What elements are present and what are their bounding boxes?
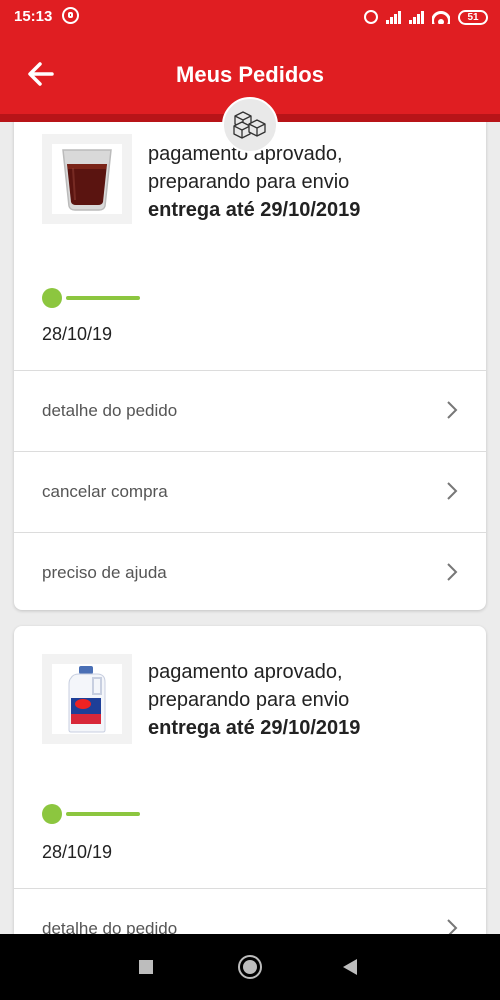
progress-bar — [66, 296, 140, 300]
product-thumbnail[interactable] — [42, 134, 132, 224]
order-status: pagamento aprovado, preparando para envi… — [148, 658, 360, 742]
progress-dot — [42, 288, 62, 308]
battery-icon: 51 — [458, 9, 488, 25]
status-bar: 15:13 51 — [0, 0, 500, 34]
action-label: cancelar compra — [42, 482, 168, 501]
boxes-icon — [222, 97, 278, 153]
order-detail-button[interactable]: detalhe do pedido — [14, 370, 486, 451]
order-card: pagamento aprovado, preparando para envi… — [14, 122, 486, 610]
help-button[interactable]: preciso de ajuda — [14, 532, 486, 610]
alarm-icon — [364, 10, 378, 24]
action-label: detalhe do pedido — [42, 401, 178, 420]
order-actions: detalhe do pedido cancelar compra precis… — [14, 370, 486, 610]
order-progress — [42, 288, 142, 308]
system-nav-bar — [0, 934, 500, 1000]
glass-cup-icon — [62, 149, 112, 211]
delivery-date: entrega até 29/10/2019 — [148, 717, 361, 739]
cancel-purchase-button[interactable]: cancelar compra — [14, 451, 486, 532]
progress-dot — [42, 804, 62, 824]
whatsapp-icon — [62, 7, 79, 24]
chevron-right-icon — [447, 401, 458, 419]
order-detail-button[interactable]: detalhe do pedido — [14, 888, 486, 934]
order-actions: detalhe do pedido — [14, 888, 486, 934]
back-triangle-icon[interactable] — [343, 959, 357, 975]
chevron-right-icon — [447, 563, 458, 581]
status-time: 15:13 — [14, 8, 53, 25]
product-thumbnail[interactable] — [42, 654, 132, 744]
order-date: 28/10/19 — [42, 842, 113, 862]
delivery-date: entrega até 29/10/2019 — [148, 199, 361, 221]
action-label: preciso de ajuda — [42, 563, 167, 582]
detergent-bottle-icon — [68, 666, 106, 733]
order-date: 28/10/19 — [42, 324, 113, 344]
signal-icon — [386, 10, 401, 24]
wifi-icon — [432, 10, 450, 24]
order-card: pagamento aprovado, preparando para envi… — [14, 626, 486, 934]
signal-icon — [409, 10, 424, 24]
status-line: preparando para envio — [148, 689, 350, 711]
status-line: pagamento aprovado, — [148, 661, 343, 683]
status-icons: 51 — [364, 7, 488, 27]
page-title: Meus Pedidos — [176, 62, 324, 87]
progress-bar — [66, 812, 140, 816]
status-line: preparando para envio — [148, 171, 350, 193]
action-label: detalhe do pedido — [42, 919, 178, 934]
chevron-right-icon — [447, 482, 458, 500]
home-icon[interactable] — [238, 955, 262, 979]
recent-apps-icon[interactable] — [139, 960, 153, 974]
order-progress — [42, 804, 142, 824]
orders-list[interactable]: pagamento aprovado, preparando para envi… — [0, 122, 500, 934]
chevron-right-icon — [447, 919, 458, 934]
